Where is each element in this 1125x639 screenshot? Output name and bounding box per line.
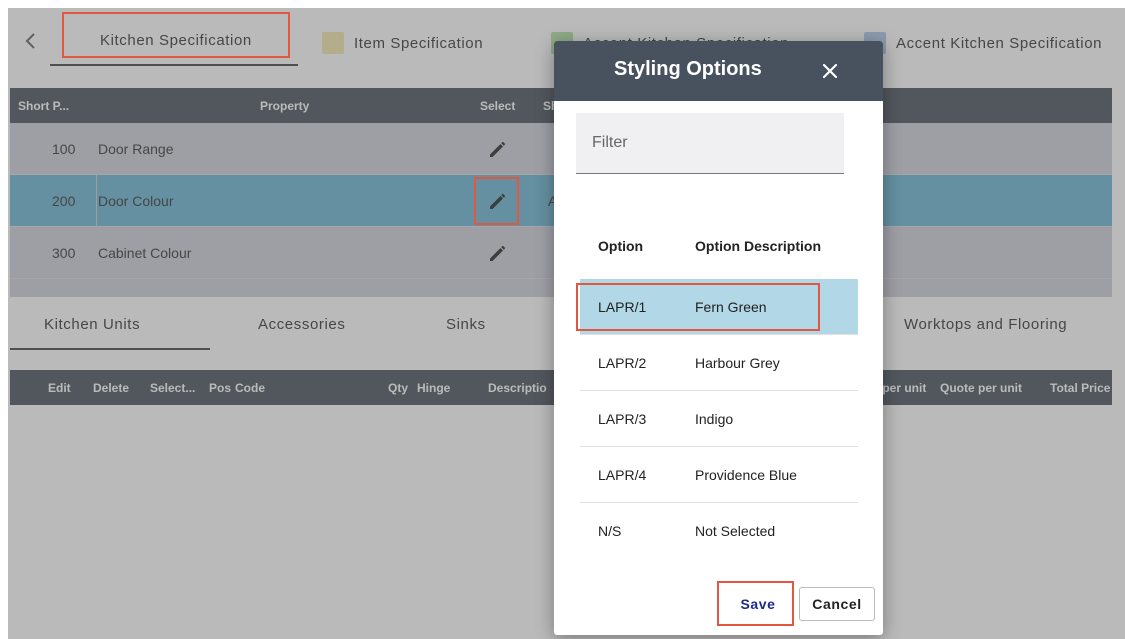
option-code: LAPR/4 [598,467,647,483]
cancel-button[interactable]: Cancel [799,587,875,621]
option-row[interactable]: LAPR/4 Providence Blue [580,447,858,503]
dialog-title: Styling Options [614,58,762,80]
filter-input[interactable] [576,113,844,173]
option-code: LAPR/3 [598,411,647,427]
options-list: LAPR/1 Fern Green LAPR/2 Harbour Grey LA… [580,279,858,559]
option-code: N/S [598,523,622,539]
save-button[interactable]: Save [725,587,791,621]
option-row[interactable]: LAPR/2 Harbour Grey [580,335,858,391]
styling-options-dialog: Styling Options Option Option Descriptio… [554,41,883,635]
option-description: Not Selected [695,523,776,539]
close-icon[interactable] [816,57,844,85]
column-header-option: Option [598,238,644,254]
option-code: LAPR/2 [598,355,647,371]
dialog-header: Styling Options [554,41,883,101]
option-description: Fern Green [695,299,767,315]
option-description: Indigo [695,411,734,427]
filter-field[interactable] [576,113,844,174]
option-row[interactable]: LAPR/3 Indigo [580,391,858,447]
option-code: LAPR/1 [598,299,647,315]
option-row-selected[interactable]: LAPR/1 Fern Green [580,279,858,335]
option-row[interactable]: N/S Not Selected [580,503,858,559]
option-description: Harbour Grey [695,355,780,371]
option-description: Providence Blue [695,467,797,483]
dialog-actions: Save Cancel [725,587,875,621]
column-header-option-description: Option Description [695,238,821,254]
